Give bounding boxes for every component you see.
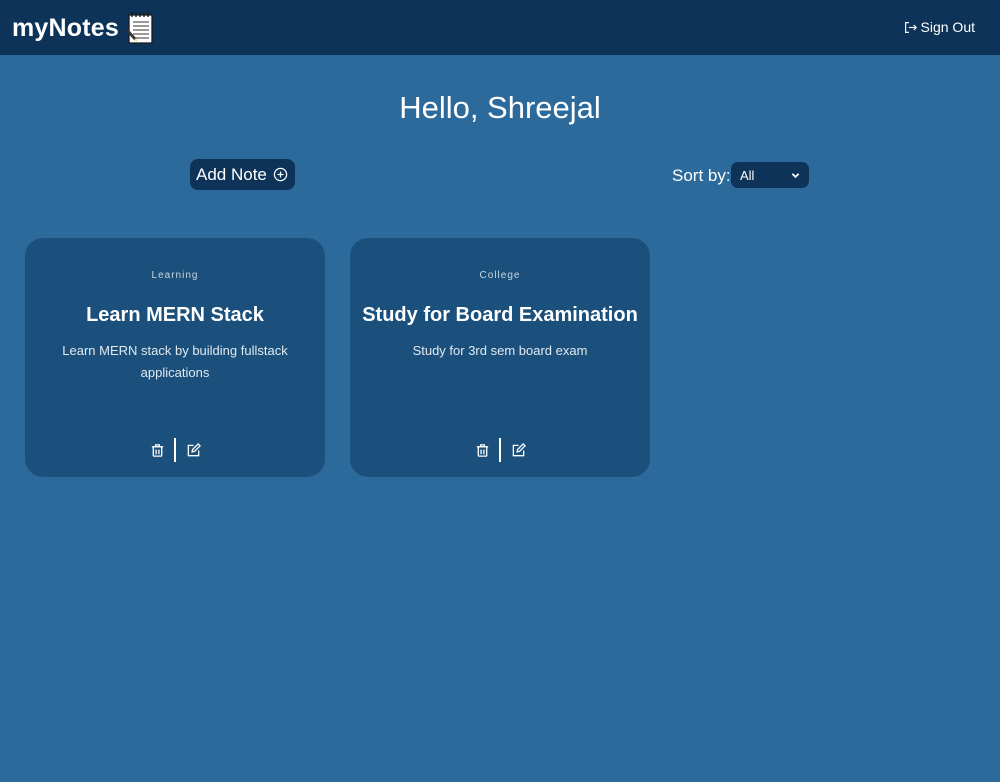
notepad-icon bbox=[126, 12, 153, 44]
trash-icon bbox=[151, 443, 163, 457]
note-actions bbox=[350, 438, 650, 462]
greeting-heading: Hello, Shreejal bbox=[399, 90, 601, 125]
edit-note-button[interactable] bbox=[184, 441, 202, 459]
note-description: Study for 3rd sem board exam bbox=[412, 343, 588, 358]
edit-icon bbox=[512, 442, 526, 456]
delete-note-button[interactable] bbox=[148, 441, 166, 459]
sort-label: Sort by: bbox=[672, 166, 731, 185]
note-card: Learning Learn MERN Stack Learn MERN sta… bbox=[25, 238, 325, 477]
brand[interactable]: myNotes bbox=[12, 10, 155, 46]
sort-select[interactable]: All bbox=[731, 162, 809, 188]
plus-circle-icon bbox=[273, 167, 288, 182]
trash-icon bbox=[476, 443, 488, 457]
sign-out-icon bbox=[904, 21, 917, 33]
chevron-down-icon bbox=[791, 172, 800, 178]
sort-selected-value: All bbox=[740, 167, 755, 183]
note-tag: College bbox=[479, 270, 521, 281]
actions-divider bbox=[499, 438, 501, 462]
note-tag: Learning bbox=[151, 270, 199, 281]
note-title: Study for Board Examination bbox=[362, 304, 638, 326]
brand-text: myNotes bbox=[12, 13, 119, 42]
note-actions bbox=[25, 438, 325, 462]
sign-out-label: Sign Out bbox=[920, 19, 975, 35]
edit-icon bbox=[187, 442, 201, 456]
delete-note-button[interactable] bbox=[473, 441, 491, 459]
edit-note-button[interactable] bbox=[509, 441, 527, 459]
sign-out-button[interactable]: Sign Out bbox=[904, 19, 975, 35]
add-note-button[interactable]: Add Note bbox=[190, 159, 295, 190]
navbar: myNotes Sign Out bbox=[0, 0, 1000, 55]
add-note-label: Add Note bbox=[196, 164, 267, 184]
note-description: Learn MERN stack by building fullstack a… bbox=[62, 343, 288, 380]
actions-divider bbox=[174, 438, 176, 462]
note-title: Learn MERN Stack bbox=[86, 304, 264, 326]
note-card: College Study for Board Examination Stud… bbox=[350, 238, 650, 477]
